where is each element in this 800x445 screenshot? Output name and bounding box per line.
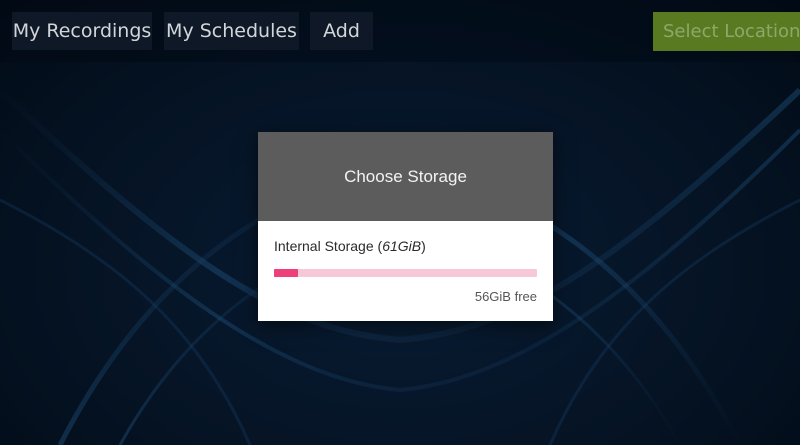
tab-my-recordings[interactable]: My Recordings bbox=[12, 12, 152, 50]
storage-usage-fill bbox=[274, 269, 298, 277]
storage-size: 61GiB bbox=[382, 238, 422, 254]
storage-option-internal[interactable]: Internal Storage (61GiB) 56GiB free bbox=[258, 221, 553, 321]
storage-free-space: 56GiB free bbox=[474, 289, 537, 304]
select-location-button[interactable]: Select Location bbox=[653, 12, 800, 51]
choose-storage-dialog: Choose Storage Internal Storage (61GiB) … bbox=[258, 132, 553, 321]
storage-size-close-paren: ) bbox=[421, 238, 426, 254]
app-screen: My Recordings My Schedules Add Select Lo… bbox=[0, 0, 800, 445]
dialog-title: Choose Storage bbox=[344, 166, 467, 186]
tab-my-schedules[interactable]: My Schedules bbox=[164, 12, 299, 50]
storage-usage-bar bbox=[274, 269, 537, 277]
dialog-header: Choose Storage bbox=[258, 132, 553, 221]
storage-name: Internal Storage (61GiB) bbox=[274, 238, 426, 254]
tab-add[interactable]: Add bbox=[310, 12, 373, 50]
top-navigation-bar: My Recordings My Schedules Add Select Lo… bbox=[0, 0, 800, 62]
storage-name-label: Internal Storage bbox=[274, 238, 374, 254]
